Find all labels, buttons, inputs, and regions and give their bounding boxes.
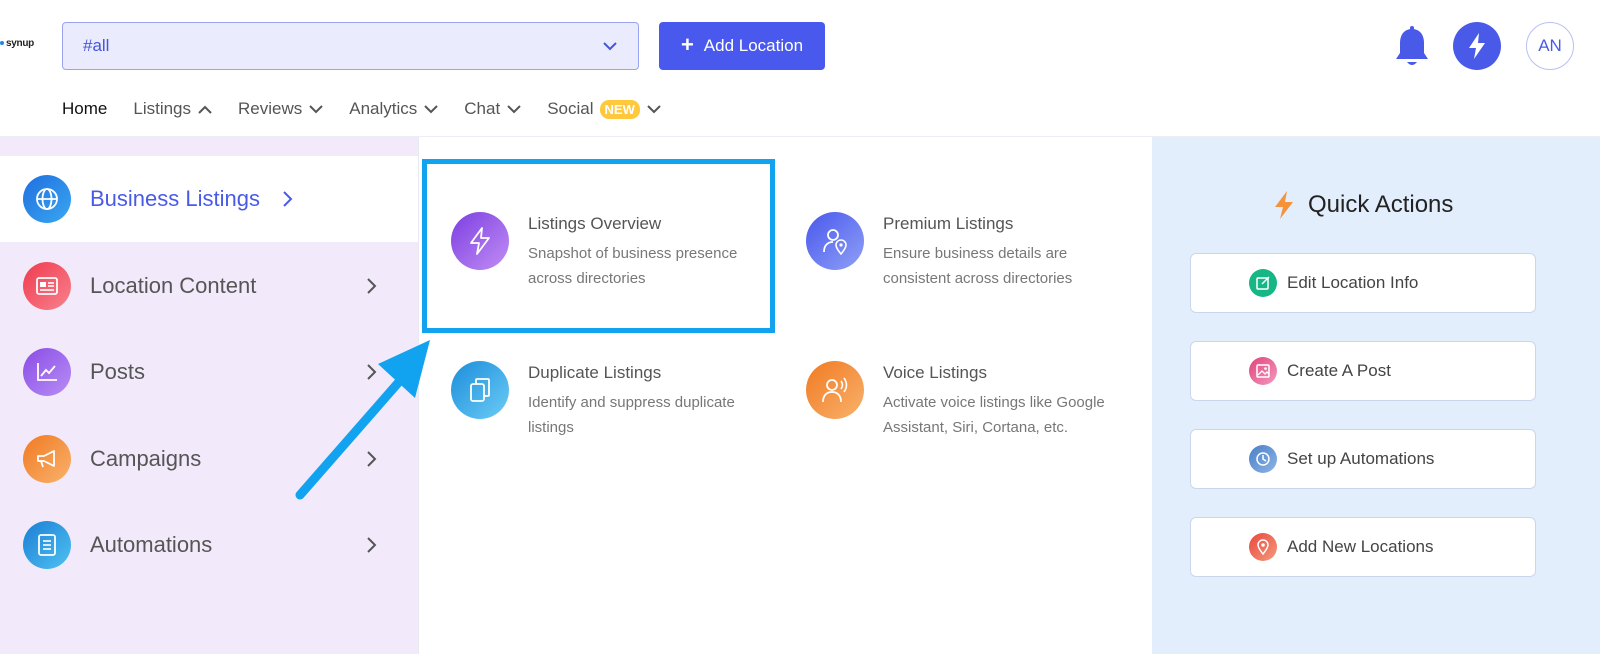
sidebar-item-posts[interactable]: Posts — [0, 329, 418, 415]
nav-social-label: Social — [547, 99, 594, 118]
submenu-item-title: Duplicate Listings — [528, 363, 662, 382]
notifications-button[interactable] — [1394, 26, 1430, 70]
add-new-locations-button[interactable]: Add New Locations — [1190, 517, 1536, 577]
submenu-item-voice-listings[interactable]: Voice Listings Activate voice listings l… — [806, 361, 1136, 471]
avatar[interactable]: AN — [1526, 22, 1574, 70]
chevron-down-icon — [507, 104, 521, 113]
submenu-item-premium-listings[interactable]: Premium Listings Ensure business details… — [806, 212, 1136, 322]
submenu-item-duplicate-listings[interactable]: Duplicate Listings Identify and suppress… — [451, 361, 781, 471]
add-location-label: Add Location — [703, 36, 804, 55]
megaphone-icon — [23, 435, 71, 483]
chevron-right-icon — [367, 364, 377, 380]
content-card-icon — [23, 262, 71, 310]
sidebar-item-business-listings[interactable]: Business Listings — [0, 156, 418, 242]
edit-icon — [1249, 269, 1277, 297]
logo-text: synup — [6, 38, 34, 49]
nav-home[interactable]: Home — [62, 99, 107, 119]
logo-mark-icon — [0, 41, 4, 46]
add-location-button[interactable]: + Add Location — [659, 22, 825, 70]
bolt-icon — [1275, 191, 1293, 219]
quick-actions-title: Quick Actions — [1272, 190, 1453, 220]
chevron-right-icon — [283, 191, 293, 207]
clock-icon — [1249, 445, 1277, 473]
quick-action-label: Create A Post — [1287, 361, 1391, 380]
nav-reviews[interactable]: Reviews — [238, 99, 323, 119]
listings-submenu: Listings Overview Snapshot of business p… — [418, 137, 1152, 654]
nav-social[interactable]: Social NEW — [547, 99, 661, 119]
document-icon — [23, 521, 71, 569]
quick-action-label: Add New Locations — [1287, 537, 1434, 556]
set-up-automations-button[interactable]: Set up Automations — [1190, 429, 1536, 489]
edit-location-info-button[interactable]: Edit Location Info — [1190, 253, 1536, 313]
submenu-item-desc: Ensure business details are consistent a… — [883, 245, 1073, 287]
chevron-up-icon — [198, 105, 212, 114]
sidebar-item-label: Automations — [90, 532, 213, 557]
sidebar-item-location-content[interactable]: Location Content — [0, 243, 418, 329]
nav-home-label: Home — [62, 99, 108, 118]
quick-action-label: Edit Location Info — [1287, 273, 1419, 292]
quick-action-label: Set up Automations — [1287, 449, 1435, 468]
main-nav: Home Listings Reviews Analytics Chat Soc… — [62, 96, 687, 122]
sidebar-item-label: Business Listings — [90, 186, 260, 211]
nav-chat[interactable]: Chat — [464, 99, 521, 119]
sidebar-item-label: Posts — [90, 359, 146, 384]
bell-icon — [1396, 26, 1428, 65]
nav-listings-label: Listings — [133, 99, 191, 118]
submenu-item-desc: Activate voice listings like Google Assi… — [883, 394, 1105, 436]
chevron-down-icon — [603, 42, 617, 51]
chevron-down-icon — [424, 104, 438, 113]
synup-logo[interactable]: synup — [0, 38, 34, 49]
nav-chat-label: Chat — [464, 99, 501, 118]
chevron-down-icon — [647, 104, 661, 113]
globe-icon — [23, 175, 71, 223]
copy-icon — [451, 361, 509, 419]
submenu-item-listings-overview[interactable]: Listings Overview Snapshot of business p… — [451, 212, 781, 322]
submenu-item-title: Listings Overview — [528, 214, 662, 233]
chevron-right-icon — [367, 451, 377, 467]
location-pin-icon — [1249, 533, 1277, 561]
submenu-item-desc: Snapshot of business presence across dir… — [528, 245, 738, 287]
user-location-icon — [806, 212, 864, 270]
bolt-icon — [451, 212, 509, 270]
sidebar-item-label: Campaigns — [90, 446, 202, 471]
submenu-item-title: Premium Listings — [883, 214, 1014, 233]
plus-icon: + — [680, 31, 694, 57]
nav-reviews-label: Reviews — [238, 99, 303, 118]
nav-listings[interactable]: Listings — [133, 99, 212, 119]
sidebar-item-label: Location Content — [90, 273, 257, 298]
sidebar: Business Listings Location Content Posts… — [0, 137, 418, 654]
new-badge: NEW — [599, 99, 640, 119]
bolt-icon — [1469, 33, 1485, 59]
nav-analytics-label: Analytics — [349, 99, 418, 118]
chevron-right-icon — [367, 537, 377, 553]
chart-line-icon — [23, 348, 71, 396]
sidebar-item-campaigns[interactable]: Campaigns — [0, 416, 418, 502]
location-select-value: #all — [83, 36, 110, 55]
quick-actions-title-text: Quick Actions — [1308, 191, 1454, 218]
chevron-down-icon — [309, 104, 323, 113]
submenu-item-desc: Identify and suppress duplicate listings — [528, 394, 735, 436]
quick-actions-button[interactable] — [1453, 22, 1501, 70]
image-icon — [1249, 357, 1277, 385]
sidebar-item-automations[interactable]: Automations — [0, 502, 418, 588]
chevron-right-icon — [367, 278, 377, 294]
voice-user-icon — [806, 361, 864, 419]
location-select[interactable]: #all — [62, 22, 639, 70]
nav-analytics[interactable]: Analytics — [349, 99, 438, 119]
create-a-post-button[interactable]: Create A Post — [1190, 341, 1536, 401]
submenu-item-title: Voice Listings — [883, 363, 987, 382]
